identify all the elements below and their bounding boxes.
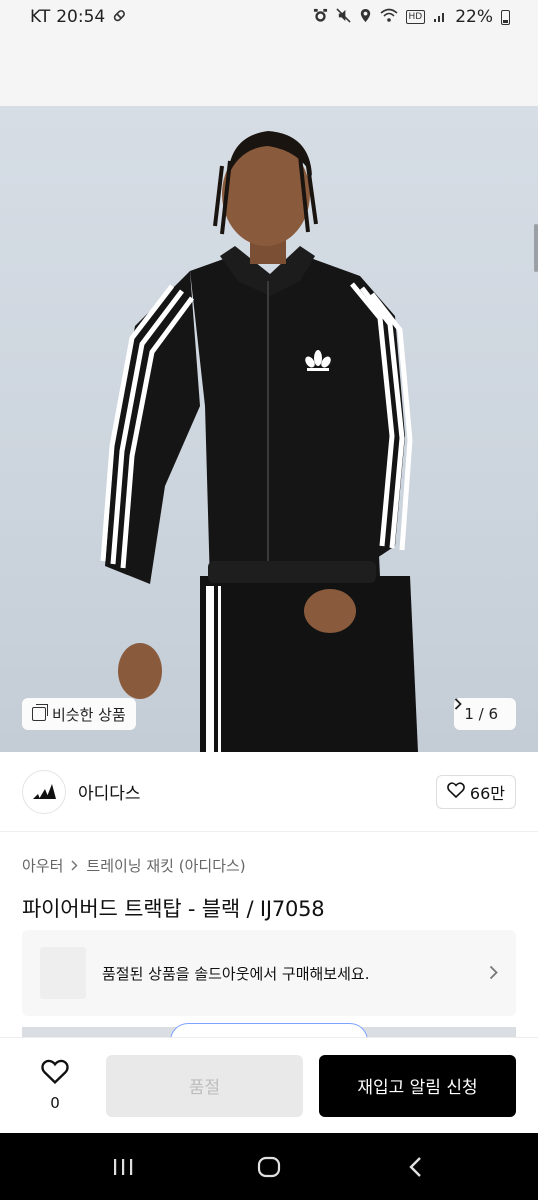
hd-icon: HD	[405, 10, 426, 24]
product-image[interactable]: 비슷한 상품 1 / 6	[0, 106, 538, 752]
heart-icon	[41, 1059, 69, 1088]
heart-icon	[447, 781, 465, 802]
similar-label: 비슷한 상품	[52, 705, 126, 724]
mute-icon	[335, 8, 351, 26]
location-icon	[359, 8, 372, 26]
brand-row[interactable]: 아디다스 66만	[0, 752, 538, 832]
pill-icon	[111, 8, 127, 27]
battery-icon	[501, 9, 510, 25]
alarm-icon	[313, 8, 328, 26]
copy-icon	[32, 704, 48, 721]
adidas-logo-icon	[33, 783, 56, 799]
bottom-action-bar: 0 품절 재입고 알림 신청	[0, 1037, 538, 1133]
brand-logo[interactable]	[22, 769, 66, 814]
home-icon[interactable]	[239, 1147, 299, 1187]
wishlist-button[interactable]: 0	[22, 1059, 88, 1112]
breadcrumb: 아우터 트레이닝 재킷 (아디다스)	[22, 855, 246, 876]
brand-like-count: 66만	[469, 783, 505, 803]
brand-name[interactable]: 아디다스	[78, 779, 141, 804]
product-photo-illustration	[100, 131, 418, 752]
soldout-banner[interactable]: 품절된 상품을 솔드아웃에서 구매해보세요.	[22, 930, 516, 1016]
soldout-button: 품절	[106, 1054, 303, 1117]
battery-percent: 22%	[455, 7, 493, 27]
signal-icon	[433, 9, 447, 26]
clock: 20:54	[56, 7, 106, 27]
wifi-icon	[379, 8, 398, 26]
soldout-thumbnail	[40, 947, 86, 999]
restock-alert-button[interactable]: 재입고 알림 신청	[319, 1054, 516, 1117]
chevron-right-icon	[71, 857, 78, 875]
status-right: HD 22%	[313, 7, 510, 27]
status-bar: KT 20:54 HD 22%	[0, 0, 538, 34]
breadcrumb-item-category[interactable]: 트레이닝 재킷 (아디다스)	[86, 855, 245, 876]
status-left: KT 20:54	[30, 7, 127, 27]
back-icon[interactable]	[385, 1147, 445, 1187]
brand-like-button[interactable]: 66만	[435, 774, 516, 809]
page-indicator: 1 / 6	[464, 705, 498, 723]
soldout-banner-text: 품절된 상품을 솔드아웃에서 구매해보세요.	[102, 964, 370, 983]
carrier: KT	[30, 7, 51, 27]
similar-products-button[interactable]: 비슷한 상품	[22, 698, 136, 730]
wishlist-count: 0	[50, 1094, 60, 1112]
breadcrumb-item-outer[interactable]: 아우터	[22, 855, 63, 876]
top-app-bar	[0, 34, 538, 106]
chevron-right-icon	[489, 961, 498, 985]
recent-apps-icon[interactable]	[93, 1147, 153, 1187]
image-pager-button[interactable]: 1 / 6	[454, 698, 516, 730]
system-nav-bar	[0, 1133, 538, 1200]
product-title: 파이어버드 트랙탑 - 블랙 / IJ7058	[22, 897, 325, 921]
scrollbar[interactable]	[534, 224, 538, 272]
